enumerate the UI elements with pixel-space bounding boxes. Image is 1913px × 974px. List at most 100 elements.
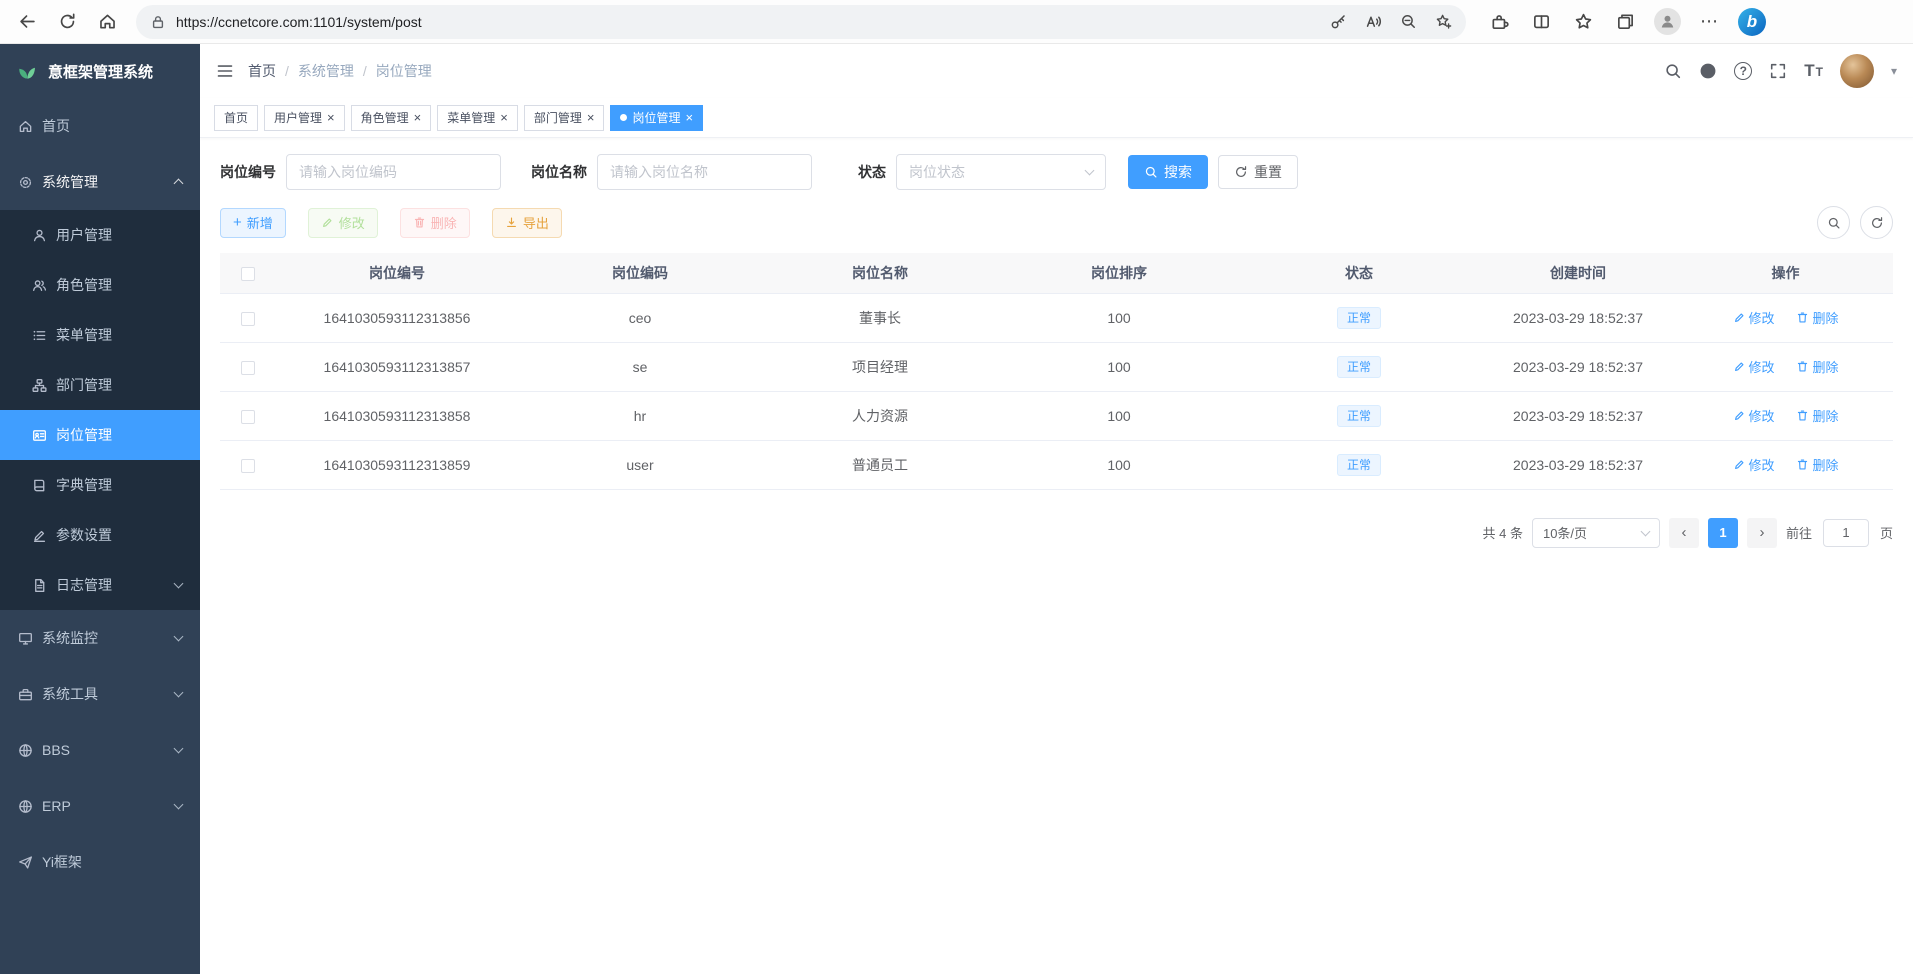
row-checkbox[interactable] bbox=[241, 312, 255, 326]
users-icon bbox=[32, 278, 47, 293]
row-delete-button[interactable]: 删除 bbox=[1796, 357, 1838, 376]
row-delete-button[interactable]: 删除 bbox=[1796, 455, 1838, 474]
sidebar-item-erp[interactable]: ERP bbox=[0, 778, 200, 834]
row-checkbox[interactable] bbox=[241, 459, 255, 473]
toggle-search-button[interactable] bbox=[1817, 206, 1850, 239]
back-button[interactable] bbox=[8, 3, 46, 41]
font-size-icon[interactable]: TT bbox=[1804, 61, 1823, 81]
github-icon[interactable] bbox=[1699, 62, 1717, 80]
add-favorite-icon[interactable] bbox=[1435, 13, 1452, 30]
collections-icon[interactable] bbox=[1606, 3, 1644, 41]
post-name-input[interactable] bbox=[597, 154, 812, 190]
close-icon[interactable]: × bbox=[327, 111, 335, 124]
table-row: 1641030593112313858 hr 人力资源 100 正常 2023-… bbox=[220, 391, 1893, 440]
sidebar-item-yi-framework[interactable]: Yi框架 bbox=[0, 834, 200, 890]
url-text[interactable]: https://ccnetcore.com:1101/system/post bbox=[176, 14, 1320, 30]
col-status: 状态 bbox=[1240, 253, 1478, 293]
chevron-down-icon bbox=[174, 579, 184, 589]
browser-menu-icon[interactable]: ⋯ bbox=[1690, 3, 1728, 41]
sidebar-item-bbs[interactable]: BBS bbox=[0, 722, 200, 778]
chevron-down-icon bbox=[1641, 526, 1651, 536]
logo-leaf-icon bbox=[16, 60, 38, 82]
user-avatar[interactable] bbox=[1840, 54, 1874, 88]
favorites-icon[interactable] bbox=[1564, 3, 1602, 41]
sidebar-item-dict-mgmt[interactable]: 字典管理 bbox=[0, 460, 200, 510]
next-page-button[interactable]: › bbox=[1747, 518, 1777, 548]
refresh-button[interactable] bbox=[48, 3, 86, 41]
sidebar-item-post-mgmt[interactable]: 岗位管理 bbox=[0, 410, 200, 460]
search-button[interactable]: 搜索 bbox=[1128, 155, 1208, 189]
row-checkbox[interactable] bbox=[241, 361, 255, 375]
browser-profile-button[interactable] bbox=[1648, 3, 1686, 41]
row-delete-button[interactable]: 删除 bbox=[1796, 308, 1838, 327]
chevron-down-icon bbox=[174, 744, 184, 754]
prev-page-button[interactable]: ‹ bbox=[1669, 518, 1699, 548]
row-delete-button[interactable]: 删除 bbox=[1796, 406, 1838, 425]
goto-label: 前往 bbox=[1786, 523, 1812, 542]
chevron-down-icon bbox=[174, 800, 184, 810]
row-edit-button[interactable]: 修改 bbox=[1733, 357, 1775, 376]
row-checkbox[interactable] bbox=[241, 410, 255, 424]
split-screen-icon[interactable] bbox=[1522, 3, 1560, 41]
row-edit-button[interactable]: 修改 bbox=[1733, 308, 1775, 327]
site-lock-icon[interactable] bbox=[150, 14, 166, 30]
sidebar-toggle-icon[interactable] bbox=[216, 62, 234, 80]
tab-dept-mgmt[interactable]: 部门管理 × bbox=[524, 105, 605, 131]
browser-profile-avatar bbox=[1654, 8, 1681, 35]
sidebar-item-home[interactable]: 首页 bbox=[0, 98, 200, 154]
add-button[interactable]: + 新增 bbox=[220, 208, 286, 238]
sidebar-item-role-mgmt[interactable]: 角色管理 bbox=[0, 260, 200, 310]
col-post-name: 岗位名称 bbox=[762, 253, 998, 293]
close-icon[interactable]: × bbox=[685, 111, 693, 124]
close-icon[interactable]: × bbox=[414, 111, 422, 124]
tab-home[interactable]: 首页 bbox=[214, 105, 258, 131]
row-edit-button[interactable]: 修改 bbox=[1733, 406, 1775, 425]
read-aloud-icon[interactable] bbox=[1365, 13, 1382, 30]
active-dot-icon bbox=[620, 114, 627, 121]
fullscreen-icon[interactable] bbox=[1769, 62, 1787, 80]
sidebar-item-system-tools[interactable]: 系统工具 bbox=[0, 666, 200, 722]
page-number-button[interactable]: 1 bbox=[1708, 518, 1738, 548]
user-menu-caret-icon[interactable]: ▾ bbox=[1891, 64, 1897, 78]
header-search-icon[interactable] bbox=[1664, 62, 1682, 80]
help-icon[interactable]: ? bbox=[1734, 62, 1752, 80]
sidebar-item-menu-mgmt[interactable]: 菜单管理 bbox=[0, 310, 200, 360]
refresh-table-button[interactable] bbox=[1860, 206, 1893, 239]
breadcrumb-home[interactable]: 首页 bbox=[248, 61, 276, 81]
edit-icon bbox=[1733, 409, 1746, 422]
address-bar-actions bbox=[1330, 13, 1452, 30]
app-logo[interactable]: 意框架管理系统 bbox=[0, 44, 200, 98]
reset-button[interactable]: 重置 bbox=[1218, 155, 1298, 189]
tab-user-mgmt[interactable]: 用户管理 × bbox=[264, 105, 345, 131]
main-area: 首页 / 系统管理 / 岗位管理 ? TT ▾ 首页 bbox=[200, 44, 1913, 974]
page-size-select[interactable]: 10条/页 bbox=[1532, 518, 1660, 548]
address-bar[interactable]: https://ccnetcore.com:1101/system/post bbox=[136, 5, 1466, 39]
delete-button[interactable]: 删除 bbox=[400, 208, 470, 238]
goto-page-input[interactable] bbox=[1823, 519, 1869, 547]
breadcrumb-system-mgmt[interactable]: 系统管理 bbox=[298, 61, 354, 81]
status-select[interactable]: 岗位状态 bbox=[896, 154, 1106, 190]
select-all-checkbox[interactable] bbox=[241, 267, 255, 281]
tab-role-mgmt[interactable]: 角色管理 × bbox=[351, 105, 432, 131]
sidebar-item-log-mgmt[interactable]: 日志管理 bbox=[0, 560, 200, 610]
password-key-icon[interactable] bbox=[1330, 13, 1347, 30]
close-icon[interactable]: × bbox=[587, 111, 595, 124]
zoom-icon[interactable] bbox=[1400, 13, 1417, 30]
browser-home-button[interactable] bbox=[88, 3, 126, 41]
gear-icon bbox=[18, 175, 33, 190]
edit-button[interactable]: 修改 bbox=[308, 208, 378, 238]
extensions-icon[interactable] bbox=[1480, 3, 1518, 41]
close-icon[interactable]: × bbox=[500, 111, 508, 124]
sidebar-item-dept-mgmt[interactable]: 部门管理 bbox=[0, 360, 200, 410]
tab-post-mgmt[interactable]: 岗位管理 × bbox=[610, 105, 703, 131]
sidebar-item-user-mgmt[interactable]: 用户管理 bbox=[0, 210, 200, 260]
sidebar-item-param-settings[interactable]: 参数设置 bbox=[0, 510, 200, 560]
cell-post-sort: 100 bbox=[998, 391, 1240, 440]
row-edit-button[interactable]: 修改 bbox=[1733, 455, 1775, 474]
bing-icon[interactable]: b bbox=[1738, 8, 1766, 36]
post-code-input[interactable] bbox=[286, 154, 501, 190]
sidebar-item-system-mgmt[interactable]: 系统管理 bbox=[0, 154, 200, 210]
sidebar-item-system-monitor[interactable]: 系统监控 bbox=[0, 610, 200, 666]
tab-menu-mgmt[interactable]: 菜单管理 × bbox=[437, 105, 518, 131]
export-button[interactable]: 导出 bbox=[492, 208, 562, 238]
